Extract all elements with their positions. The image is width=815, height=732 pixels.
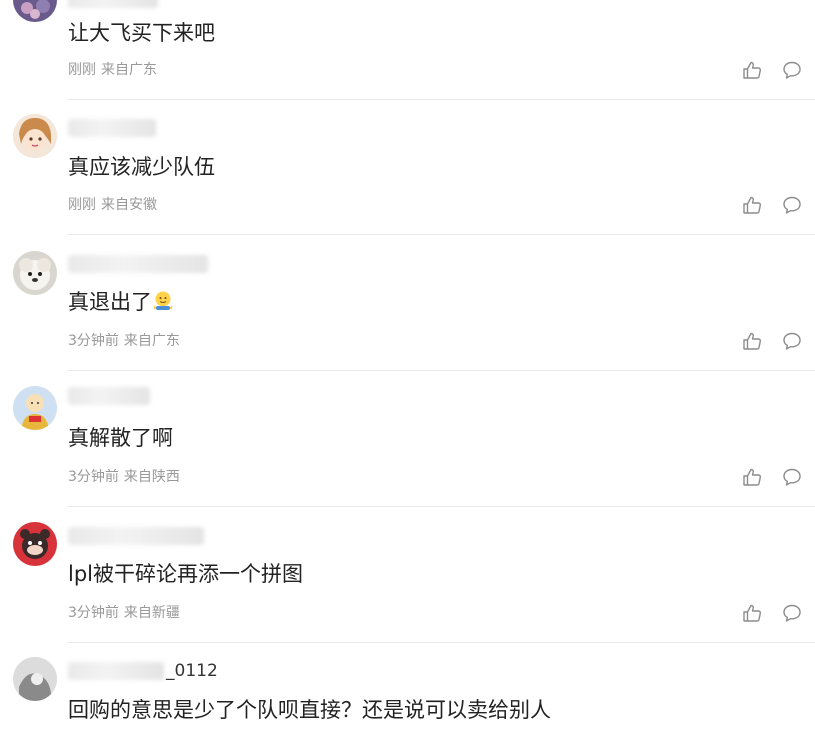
comment-text: 回购的意思是少了个队呗直接？还是说可以卖给别人 — [68, 698, 551, 722]
comment-text: 让大飞买下来吧 — [68, 21, 215, 45]
thumbs-up-icon[interactable] — [741, 194, 763, 216]
comment-actions — [737, 59, 807, 81]
thumbs-up-icon[interactable] — [741, 466, 763, 488]
comment-text: 真解散了啊 — [68, 426, 173, 450]
comment-item: _0112 回购的意思是少了个队呗直接？还是说可以卖给别人 — [0, 643, 815, 732]
comment-bubble-icon[interactable] — [781, 466, 803, 488]
comment-location: 来自广东 — [123, 333, 180, 349]
comment-text: 真应该减少队伍 — [68, 155, 215, 179]
comment-bubble-icon[interactable] — [781, 194, 803, 216]
avatar[interactable] — [13, 114, 57, 158]
comment-item: lpl被干碎论再添一个拼图 3分钟前 来自新疆 — [0, 507, 815, 643]
comment-item: 真退出了 3分钟前 来自广东 — [0, 235, 815, 371]
comment-meta: 3分钟前 来自陕西 — [68, 468, 180, 486]
comment-meta: 3分钟前 来自广东 — [68, 332, 180, 350]
comment-time: 3分钟前 — [68, 469, 119, 485]
username-redacted — [68, 387, 150, 405]
thumbs-up-icon[interactable] — [741, 330, 763, 352]
comment-bubble-icon[interactable] — [781, 602, 803, 624]
comment-meta: 3分钟前 来自新疆 — [68, 604, 180, 622]
comment-time: 3分钟前 — [68, 605, 119, 621]
comment-actions — [737, 466, 807, 488]
comment-text: 真退出了 — [68, 288, 174, 319]
comment-location: 来自新疆 — [123, 605, 180, 621]
thumbs-up-icon[interactable] — [741, 602, 763, 624]
username-redacted — [68, 662, 164, 680]
melting-face-emoji — [152, 290, 174, 319]
comment-location: 来自安徽 — [101, 197, 157, 213]
username-redacted — [68, 527, 204, 545]
comment-text: lpl被干碎论再添一个拼图 — [68, 562, 303, 586]
comment-time: 3分钟前 — [68, 333, 119, 349]
avatar[interactable] — [13, 386, 57, 430]
comment-actions — [737, 602, 807, 624]
comment-text-body: 真退出了 — [68, 290, 152, 314]
comment-time: 刚刚 — [68, 62, 96, 78]
avatar[interactable] — [13, 522, 57, 566]
username-redacted — [68, 119, 156, 137]
comment-item: 真解散了啊 3分钟前 来自陕西 — [0, 371, 815, 507]
comment-bubble-icon[interactable] — [781, 330, 803, 352]
comment-time: 刚刚 — [68, 197, 96, 213]
comment-actions — [737, 194, 807, 216]
username-redacted — [68, 255, 208, 273]
avatar[interactable] — [13, 0, 57, 22]
avatar[interactable] — [13, 251, 57, 295]
comment-item: 真应该减少队伍 刚刚 来自安徽 — [0, 100, 815, 235]
thumbs-up-icon[interactable] — [741, 59, 763, 81]
comment-list: 让大飞买下来吧 刚刚 来自广东 真应该减少队伍 刚刚 来自安徽 真退出了 3分钟… — [0, 0, 815, 732]
username-redacted — [68, 0, 158, 8]
avatar[interactable] — [13, 657, 57, 701]
comment-meta: 刚刚 来自广东 — [68, 61, 157, 79]
comment-actions — [737, 330, 807, 352]
comment-location: 来自陕西 — [123, 469, 180, 485]
comment-location: 来自广东 — [101, 62, 157, 78]
username[interactable]: _0112 — [166, 661, 218, 681]
comment-bubble-icon[interactable] — [781, 59, 803, 81]
comment-meta: 刚刚 来自安徽 — [68, 196, 157, 214]
comment-item: 让大飞买下来吧 刚刚 来自广东 — [0, 0, 815, 100]
